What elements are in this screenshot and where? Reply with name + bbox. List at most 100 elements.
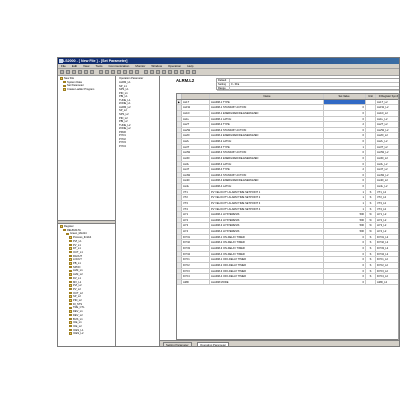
- parameter-symbol: DYF2: [183, 263, 190, 267]
- parameter-name: PV VELOCITY ALARM TIME SETPOINT 4: [209, 206, 323, 212]
- toolbar-button[interactable]: [129, 70, 133, 74]
- toolbar-button[interactable]: [168, 70, 172, 74]
- set-value-cell[interactable]: 0: [323, 150, 365, 155]
- tree-item-label: Register: [64, 225, 74, 228]
- parameter-symbol: HY1: [183, 213, 189, 217]
- toolbar-button[interactable]: [90, 70, 94, 74]
- toolbar-button[interactable]: [150, 70, 154, 74]
- parameter-symbol: AL4L: [183, 185, 190, 189]
- set-value-cell[interactable]: 0: [323, 279, 365, 285]
- unit-cell: S: [365, 274, 375, 279]
- toolbar-button[interactable]: [186, 70, 190, 74]
- tree-item-label: OUT_L1: [73, 250, 83, 254]
- parameter-name: ALARM-2 OFF-DELAY TIMER: [209, 262, 323, 268]
- tab-operating-parameter[interactable]: Operating Parameter: [197, 342, 230, 346]
- set-value-cell[interactable]: 1: [323, 200, 365, 206]
- set-value-cell[interactable]: 1: [323, 195, 365, 200]
- set-value-cell[interactable]: 0: [323, 178, 365, 184]
- set-value-cell[interactable]: 500: [323, 217, 365, 223]
- parameter-symbol: VT2: [183, 196, 188, 200]
- folder-icon: [69, 254, 72, 258]
- row-marker: [177, 195, 182, 200]
- set-value-cell[interactable]: 0: [323, 274, 365, 279]
- set-value-cell[interactable]: 0: [323, 172, 365, 178]
- set-value-cell[interactable]: 0: [323, 240, 365, 245]
- set-value-cell[interactable]: 0: [323, 184, 365, 189]
- set-value-cell[interactable]: 0: [323, 251, 365, 257]
- toolbar-button[interactable]: [60, 70, 64, 74]
- set-value-cell[interactable]: 0: [323, 262, 365, 268]
- toolbar-button[interactable]: [156, 70, 160, 74]
- tab-setting-parameter[interactable]: Setting Parameter: [163, 342, 192, 346]
- set-value-cell[interactable]: 0: [323, 257, 365, 262]
- toolbar-button[interactable]: [123, 70, 127, 74]
- parameter-symbol: HY3: [183, 224, 189, 228]
- set-value-cell[interactable]: [323, 99, 365, 105]
- set-value-cell[interactable]: 0: [323, 110, 365, 116]
- unit-cell: [365, 99, 375, 105]
- toolbar-button[interactable]: [66, 70, 70, 74]
- set-value-cell[interactable]: 1: [323, 144, 365, 150]
- header-set-value: Set Value: [323, 94, 365, 99]
- parameter-name: ALARM-1 LATCH: [209, 116, 323, 122]
- toolbar-button[interactable]: [192, 70, 196, 74]
- folder-icon: [69, 276, 72, 280]
- toolbar-button[interactable]: [117, 70, 121, 74]
- set-value-cell[interactable]: 0: [323, 161, 365, 167]
- set-value-cell[interactable]: 0: [323, 133, 365, 139]
- toolbar-button[interactable]: [144, 70, 148, 74]
- folder-icon: [60, 225, 63, 228]
- bottom-tab-bar: Setting Parameter Operating Parameter: [160, 340, 399, 346]
- set-value-cell[interactable]: 0: [323, 246, 365, 251]
- set-value-cell[interactable]: 1: [323, 189, 365, 195]
- set-value-cell[interactable]: 1: [323, 206, 365, 212]
- info-row: [217, 87, 399, 91]
- set-value-cell[interactable]: 500: [323, 229, 365, 234]
- tree-item-label: PV_L2: [73, 287, 81, 291]
- parameter-name: ALARM-2 ON-DELAY TIMER: [209, 240, 323, 245]
- d-register-symbol: DYF4_L2: [375, 274, 399, 279]
- set-value-cell[interactable]: 2: [323, 122, 365, 127]
- set-value-cell[interactable]: 0: [323, 105, 365, 110]
- parameter-symbol: DYF1: [183, 258, 190, 262]
- toolbar-button[interactable]: [84, 70, 88, 74]
- row-marker: [177, 110, 182, 116]
- set-value-cell[interactable]: 0: [323, 116, 365, 122]
- set-value-cell[interactable]: 500: [323, 223, 365, 229]
- panel-splitter[interactable]: [58, 220, 115, 224]
- toolbar-button[interactable]: [105, 70, 109, 74]
- toolbar-button[interactable]: [174, 70, 178, 74]
- parameter-symbol: DYN4: [183, 252, 190, 256]
- set-value-cell[interactable]: 2: [323, 167, 365, 172]
- set-value-cell[interactable]: 0: [323, 234, 365, 240]
- toolbar-button[interactable]: [78, 70, 82, 74]
- row-marker: [177, 274, 182, 279]
- d-register-symbol: AL2T_L2: [375, 122, 399, 127]
- set-value-cell[interactable]: 0: [323, 127, 365, 133]
- set-value-cell[interactable]: 0: [323, 268, 365, 274]
- set-value-cell[interactable]: 500: [323, 212, 365, 217]
- d-register-symbol: AL1L_L2: [375, 116, 399, 122]
- operation-parameter-item[interactable]: PYD4: [119, 145, 126, 149]
- tree-item[interactable]: Create Ladder Program: [63, 88, 94, 92]
- row-marker: [177, 133, 182, 139]
- set-value-cell[interactable]: 0: [323, 139, 365, 144]
- set-value-cell[interactable]: 0: [323, 155, 365, 161]
- d-register-symbol: HY2_L2: [375, 217, 399, 223]
- table-row[interactable]: AMD ALARM MODE 0 AMD_L2: [177, 279, 399, 286]
- tree-item[interactable]: ICES_L2: [69, 332, 83, 336]
- parameter-name: ALARM-1 ON-DELAY TIMER: [209, 234, 323, 240]
- toolbar-button[interactable]: [111, 70, 115, 74]
- row-marker: [177, 234, 182, 240]
- parameter-symbol: AL1W: [183, 106, 191, 110]
- folder-icon: [69, 328, 72, 332]
- row-marker: [177, 240, 182, 245]
- tree-item-label: Set Parameter: [67, 84, 84, 88]
- toolbar-button[interactable]: [135, 70, 139, 74]
- toolbar-button[interactable]: [162, 70, 166, 74]
- tree-item-label: PVI_L2: [73, 284, 82, 288]
- toolbar-button[interactable]: [72, 70, 76, 74]
- row-marker: [177, 262, 182, 268]
- toolbar-button[interactable]: [180, 70, 184, 74]
- toolbar-button[interactable]: [99, 70, 103, 74]
